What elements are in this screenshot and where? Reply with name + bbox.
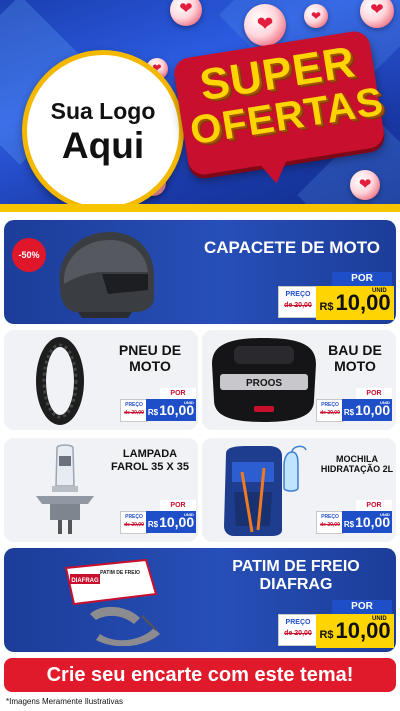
price-currency: R$ bbox=[319, 629, 334, 641]
old-price-label: PREÇO bbox=[125, 514, 143, 520]
bulb-image bbox=[36, 444, 94, 534]
price-unit: UNID bbox=[372, 288, 387, 294]
price-currency: R$ bbox=[319, 301, 334, 313]
cta-banner[interactable]: Crie seu encarte com este tema! bbox=[4, 658, 396, 692]
box-title-text: PATIM DE FREIO bbox=[100, 570, 140, 576]
price-por-label: POR bbox=[356, 388, 392, 399]
product-card-brake-shoe[interactable]: DIAFRAG PATIM DE FREIO PATIM DE FREIO DI… bbox=[4, 548, 396, 652]
price-tag: POR PREÇO de 20,00 R$ 10,00 UNID bbox=[276, 600, 394, 648]
price-unit: UNID bbox=[380, 400, 390, 405]
price-por-label: POR bbox=[160, 500, 196, 511]
old-price-label: PREÇO bbox=[125, 402, 143, 408]
product-card-hydration-backpack[interactable]: MOCHILA HIDRATAÇÃO 2L POR PREÇO de 20,00… bbox=[202, 438, 396, 542]
old-price-label: PREÇO bbox=[321, 402, 339, 408]
price-unit: UNID bbox=[372, 616, 387, 622]
price-unit: UNID bbox=[184, 512, 194, 517]
product-name: PNEU DE MOTO bbox=[118, 342, 182, 375]
old-price-value: de 20,00 bbox=[284, 630, 312, 637]
price-unit: UNID bbox=[184, 400, 194, 405]
price-tag: POR PREÇO de 20,00 R$ 10,00 UNID bbox=[316, 388, 394, 424]
old-price-value: de 20,00 bbox=[284, 302, 312, 309]
brake-shoe-image: DIAFRAG PATIM DE FREIO bbox=[64, 558, 160, 646]
product-card-tire[interactable]: PNEU DE MOTO POR PREÇO de 20,00 R$ 10,00… bbox=[4, 330, 198, 430]
price-por-label: POR bbox=[332, 272, 392, 286]
old-price: PREÇO de 20,00 bbox=[316, 511, 344, 534]
old-price: PREÇO de 20,00 bbox=[278, 286, 318, 318]
product-card-headlight-bulb[interactable]: LAMPADA FAROL 35 X 35 POR PREÇO de 20,00… bbox=[4, 438, 198, 542]
top-case-brand: PROOS bbox=[246, 378, 282, 389]
discount-badge: -50% bbox=[12, 238, 46, 272]
top-case-image: PROOS bbox=[212, 338, 316, 422]
backpack-image bbox=[224, 445, 307, 536]
heart-bubble-icon: ❤ bbox=[170, 0, 202, 26]
price-currency: R$ bbox=[343, 408, 355, 417]
header-banner: ❤ ❤ ❤ ❤ ❤ ❤ ❤ Sua Logo Aqui SUPER OFERTA… bbox=[0, 0, 400, 212]
logo-text-line1: Sua Logo bbox=[50, 98, 156, 124]
tire-image bbox=[36, 337, 84, 425]
price-currency: R$ bbox=[147, 408, 159, 417]
price-tag: POR PREÇO de 20,00 R$ 10,00 UNID bbox=[276, 272, 394, 320]
old-price-value: de 20,00 bbox=[124, 522, 144, 528]
offer-flyer: ❤ ❤ ❤ ❤ ❤ ❤ ❤ Sua Logo Aqui SUPER OFERTA… bbox=[0, 0, 400, 711]
old-price-label: PREÇO bbox=[321, 514, 339, 520]
product-card-top-case[interactable]: PROOS BAU DE MOTO POR PREÇO de 20,00 R$ … bbox=[202, 330, 396, 430]
old-price-label: PREÇO bbox=[285, 619, 311, 626]
price-unit: UNID bbox=[380, 512, 390, 517]
logo-text-line2: Aqui bbox=[61, 125, 145, 166]
old-price-value: de 20,00 bbox=[124, 410, 144, 416]
old-price-value: de 20,00 bbox=[320, 410, 340, 416]
old-price: PREÇO de 20,00 bbox=[120, 511, 148, 534]
price-por-label: POR bbox=[160, 388, 196, 399]
heart-bubble-icon: ❤ bbox=[304, 4, 328, 28]
price-por-label: POR bbox=[356, 500, 392, 511]
header-divider bbox=[0, 204, 400, 212]
logo-placeholder[interactable]: Sua Logo Aqui bbox=[22, 50, 184, 212]
heart-bubble-icon: ❤ bbox=[244, 4, 286, 46]
disclaimer-text: *Imagens Meramente Ilustrativas bbox=[6, 697, 123, 706]
product-name: PATIM DE FREIO DIAFRAG bbox=[232, 558, 360, 594]
price-tag: POR PREÇO de 20,00 R$ 10,00 UNID bbox=[316, 500, 394, 536]
old-price-label: PREÇO bbox=[285, 291, 311, 298]
old-price-value: de 20,00 bbox=[320, 522, 340, 528]
price-tag: POR PREÇO de 20,00 R$ 10,00 UNID bbox=[120, 500, 198, 536]
product-name: MOCHILA HIDRATAÇÃO 2L bbox=[320, 454, 394, 475]
product-card-helmet[interactable]: -50% CAPACETE DE MOTO POR PREÇO de 20,00… bbox=[4, 220, 396, 324]
price-currency: R$ bbox=[147, 520, 159, 529]
old-price: PREÇO de 20,00 bbox=[316, 399, 344, 422]
price-currency: R$ bbox=[343, 520, 355, 529]
price-tag: POR PREÇO de 20,00 R$ 10,00 UNID bbox=[120, 388, 198, 424]
price-por-label: POR bbox=[332, 600, 392, 614]
product-name: CAPACETE DE MOTO bbox=[204, 238, 380, 257]
helmet-image bbox=[59, 232, 154, 318]
product-name: BAU DE MOTO bbox=[328, 342, 382, 375]
product-name: LAMPADA FAROL 35 X 35 bbox=[110, 448, 190, 473]
old-price: PREÇO de 20,00 bbox=[120, 399, 148, 422]
box-brand-text: DIAFRAG bbox=[71, 578, 99, 584]
heart-bubble-icon: ❤ bbox=[350, 170, 380, 200]
old-price: PREÇO de 20,00 bbox=[278, 614, 318, 646]
